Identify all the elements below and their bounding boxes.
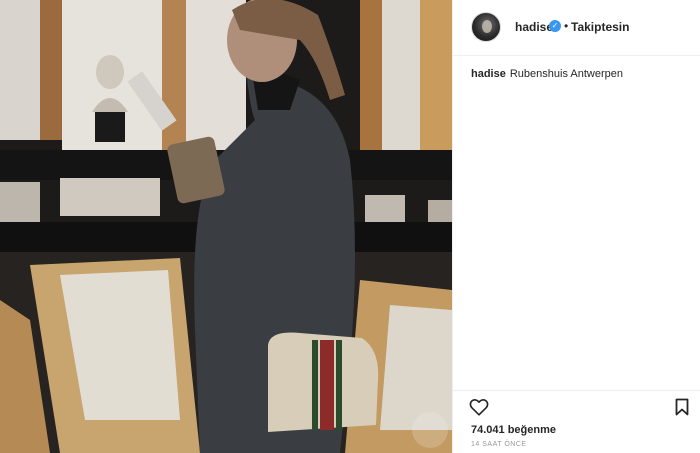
actions-divider [453, 390, 700, 391]
avatar[interactable] [471, 12, 501, 42]
caption-username-link[interactable]: hadise [471, 68, 506, 80]
bookmark-icon[interactable] [675, 398, 689, 416]
username-link[interactable]: hadise [515, 20, 553, 34]
avatar-face [482, 20, 492, 33]
separator-dot: • [564, 19, 569, 33]
verified-badge-icon: ✓ [549, 20, 561, 32]
post-photo[interactable] [0, 0, 452, 453]
follow-status-button[interactable]: Takiptesin [571, 20, 629, 34]
like-count[interactable]: 74.041 beğenme [471, 424, 556, 436]
post-timestamp[interactable]: 14 SAAT ÖNCE [471, 441, 527, 448]
instagram-post: hadise ✓ • Takiptesin hadise Rubenshuis A… [0, 0, 700, 453]
post-caption: hadise Rubenshuis Antwerpen [471, 68, 623, 80]
post-side-panel: hadise ✓ • Takiptesin hadise Rubenshuis A… [452, 0, 700, 453]
heart-icon[interactable] [469, 398, 489, 416]
photo-scene [0, 0, 452, 453]
caption-text: Rubenshuis Antwerpen [509, 68, 623, 80]
post-header: hadise ✓ • Takiptesin [453, 0, 700, 56]
